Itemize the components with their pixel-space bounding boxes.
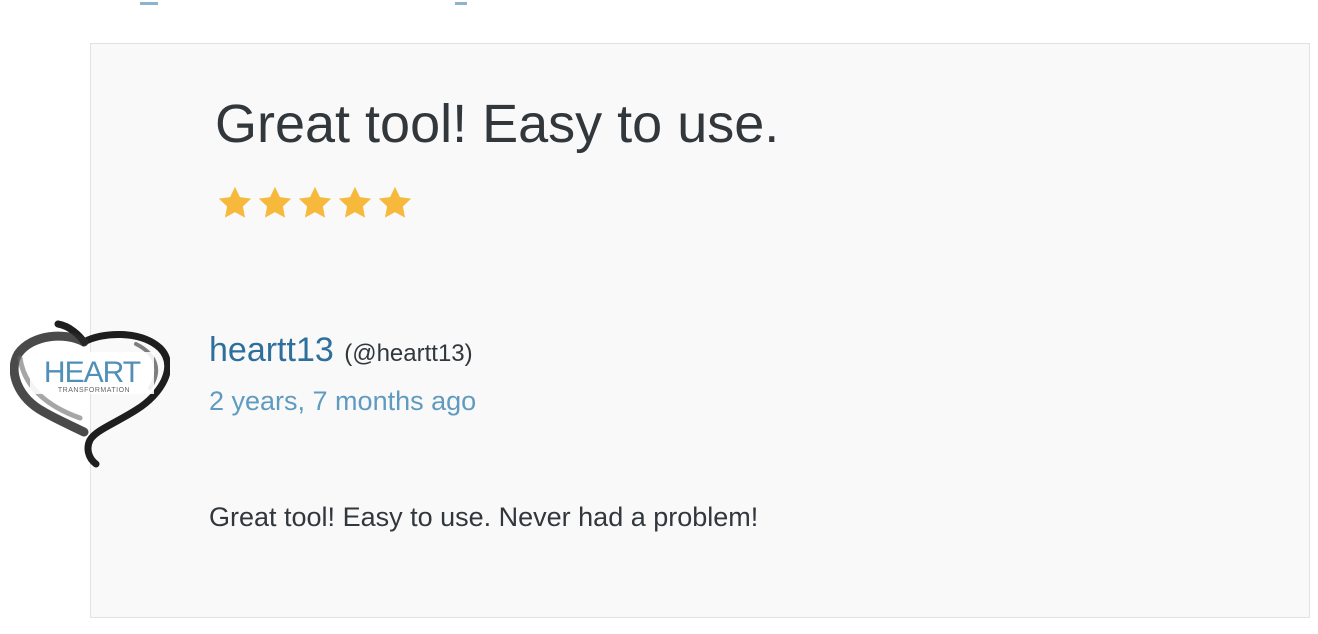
star-icon <box>338 186 372 218</box>
star-rating <box>216 184 414 222</box>
author-handle: (@heartt13) <box>344 340 473 367</box>
review-date-link[interactable]: 2 years, 7 months ago <box>209 385 476 417</box>
star-icon <box>298 186 332 218</box>
heart-transformation-logo-icon: HEART TRANSFORMATION <box>10 320 170 468</box>
author-name-link[interactable]: heartt13 <box>209 331 334 369</box>
cut-off-link-above <box>0 0 1318 6</box>
page: Great tool! Easy to use. heartt13 (@hear… <box>0 0 1318 634</box>
review-title: Great tool! Easy to use. <box>215 94 780 154</box>
star-icon <box>258 186 292 218</box>
avatar-logo-text: HEART <box>44 356 141 389</box>
review-card: Great tool! Easy to use. heartt13 (@hear… <box>90 43 1310 618</box>
star-icon <box>218 186 252 218</box>
review-author: heartt13 (@heartt13) <box>209 330 473 377</box>
author-avatar[interactable]: HEART TRANSFORMATION <box>10 318 170 468</box>
review-body: Great tool! Easy to use. Never had a pro… <box>209 502 759 532</box>
star-icon <box>378 186 412 218</box>
avatar-logo-subtext: TRANSFORMATION <box>58 387 130 394</box>
